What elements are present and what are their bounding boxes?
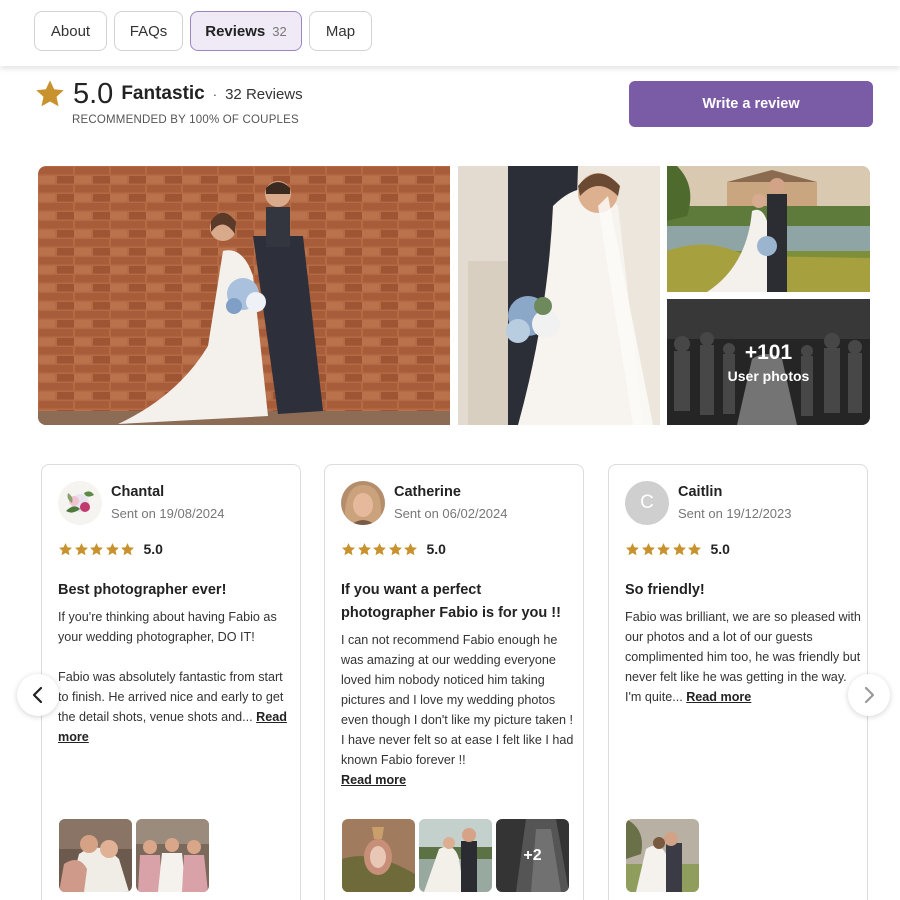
review-body: If you're thinking about having Fabio as… <box>58 607 294 747</box>
review-rating: 5.0 <box>426 541 446 557</box>
star-icon <box>121 542 134 555</box>
tab-faqs-label: FAQs <box>129 22 168 40</box>
star-icon <box>105 542 119 555</box>
review-photo-thumbnail[interactable]: +2 <box>496 819 569 892</box>
reviewer-name: Caitlin <box>678 484 723 500</box>
read-more-link[interactable]: Read more <box>686 690 751 704</box>
star-icon <box>688 542 701 555</box>
review-body: I can not recommend Fabio enough he was … <box>341 630 577 790</box>
star-icon <box>59 542 72 555</box>
gallery-photo-lake[interactable] <box>667 166 870 292</box>
carousel-prev-button[interactable] <box>17 674 59 716</box>
review-date: Sent on 06/02/2024 <box>394 506 508 521</box>
star-icon <box>388 542 402 555</box>
read-more-link[interactable]: Read more <box>341 773 406 787</box>
review-paragraph-text: Fabio was absolutely fantastic from star… <box>58 670 284 724</box>
star-icon <box>404 542 417 555</box>
review-stars: 5.0 <box>58 541 163 557</box>
couple-lake-image <box>667 166 870 292</box>
tab-bar: About FAQs Reviews 32 Map <box>0 0 900 66</box>
review-title: If you want a perfect photographer Fabio… <box>341 582 561 621</box>
review-rating: 5.0 <box>710 541 730 557</box>
rating-word: Fantastic <box>121 83 205 104</box>
review-date: Sent on 19/12/2023 <box>678 506 792 521</box>
star-icon <box>74 542 88 555</box>
recommended-text: RECOMMENDED BY 100% OF COUPLES <box>72 114 299 126</box>
separator-dot: · <box>212 86 218 102</box>
star-icon <box>36 80 64 107</box>
tab-faqs[interactable]: FAQs <box>114 11 183 51</box>
gallery-photo-couple-closeup[interactable] <box>458 166 660 425</box>
more-photos-count: +101 <box>744 340 793 364</box>
chevron-left-icon <box>32 686 43 704</box>
review-card: C Caitlin Sent on 19/12/2023 5.0 So frie… <box>608 464 868 900</box>
reviewer-name: Chantal <box>111 484 165 500</box>
review-photo-thumbnail[interactable] <box>136 819 209 892</box>
star-icon <box>90 542 103 555</box>
tab-map-label: Map <box>325 22 356 40</box>
star-icon <box>672 542 686 555</box>
review-photo-thumbnail[interactable] <box>59 819 132 892</box>
rating-summary: 5.0 Fantastic · 32 Reviews <box>34 74 303 114</box>
bouquet-pin-image <box>342 819 415 892</box>
review-card: Catherine Sent on 06/02/2024 5.0 If you … <box>324 464 584 900</box>
couple-closeup-image <box>458 166 660 425</box>
review-count[interactable]: 32 Reviews <box>225 86 303 103</box>
review-title: Best photographer ever! <box>58 582 227 598</box>
review-rating: 5.0 <box>143 541 163 557</box>
avatar <box>58 481 102 525</box>
review-paragraph: If you're thinking about having Fabio as… <box>58 610 277 644</box>
tab-map[interactable]: Map <box>309 11 372 51</box>
review-paragraph-2: Read more <box>341 770 577 790</box>
star-icon <box>657 542 670 555</box>
flower-avatar-image <box>58 481 102 525</box>
chevron-right-icon <box>864 686 875 704</box>
couple-brick-wall-image <box>38 166 450 425</box>
tab-reviews[interactable]: Reviews 32 <box>190 11 302 51</box>
user-photos-overlay[interactable]: +101 User photos <box>667 299 870 425</box>
review-photo-thumbnail[interactable] <box>626 819 699 892</box>
write-review-button[interactable]: Write a review <box>629 81 873 127</box>
star-icon <box>373 542 386 555</box>
review-stars: 5.0 <box>341 541 446 557</box>
review-title: So friendly! <box>625 582 705 598</box>
bride-hug-image <box>59 819 132 892</box>
avatar: C <box>625 481 669 525</box>
review-paragraph: Fabio was brilliant, we are so pleased w… <box>625 607 861 707</box>
tab-reviews-count: 32 <box>272 23 287 39</box>
review-paragraph-2: Fabio was absolutely fantastic from star… <box>58 667 294 747</box>
reviewer-name: Catherine <box>394 484 461 500</box>
review-date: Sent on 19/08/2024 <box>111 506 225 521</box>
couple-outdoor-image <box>419 819 492 892</box>
review-photo-thumbnail[interactable] <box>419 819 492 892</box>
couple-kiss-image <box>626 819 699 892</box>
star-icon <box>641 542 655 555</box>
review-paragraph: I can not recommend Fabio enough he was … <box>341 633 574 767</box>
review-photo-thumbnail[interactable] <box>342 819 415 892</box>
star-icon <box>342 542 355 555</box>
avatar <box>341 481 385 525</box>
bridesmaids-image <box>136 819 209 892</box>
tab-about-label: About <box>50 22 91 40</box>
star-icon <box>357 542 371 555</box>
more-thumbnails-count: +2 <box>523 846 542 864</box>
tab-reviews-label: Reviews <box>205 22 266 40</box>
carousel-next-button[interactable] <box>848 674 890 716</box>
review-stars: 5.0 <box>625 541 730 557</box>
overall-rating: 5.0 <box>73 77 114 110</box>
review-body: Fabio was brilliant, we are so pleased w… <box>625 607 861 707</box>
tab-about[interactable]: About <box>34 11 107 51</box>
review-card: Chantal Sent on 19/08/2024 5.0 Best phot… <box>41 464 301 900</box>
gallery-photo-brick-wall[interactable] <box>38 166 450 425</box>
more-photos-label: User photos <box>727 367 810 384</box>
star-icon <box>626 542 639 555</box>
catherine-avatar-image <box>341 481 385 525</box>
